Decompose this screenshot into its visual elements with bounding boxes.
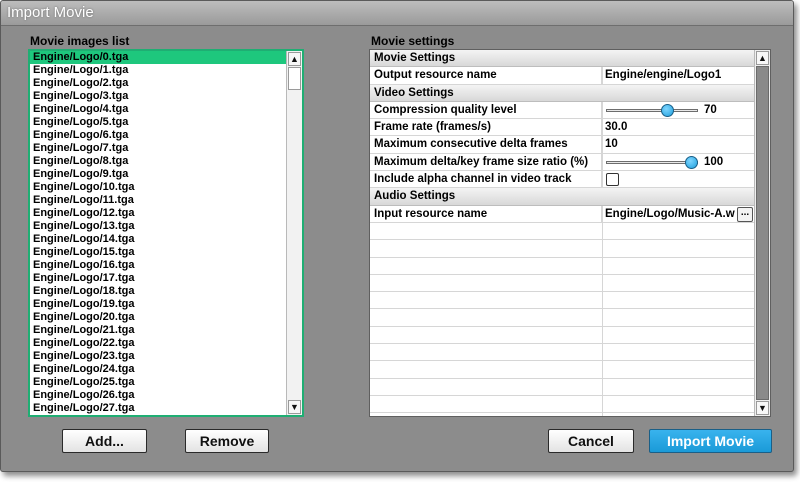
list-item[interactable]: Engine/Logo/18.tga: [30, 285, 286, 298]
list-item[interactable]: Engine/Logo/21.tga: [30, 324, 286, 337]
section-title: Movie Settings: [374, 52, 456, 64]
title-bar[interactable]: Import Movie: [1, 1, 793, 26]
list-item[interactable]: Engine/Logo/10.tga: [30, 181, 286, 194]
file-path: Engine/Logo/Music-A.wav: [605, 207, 735, 220]
property-row[interactable]: Include alpha channel in video track: [370, 171, 754, 189]
section-header: Movie Settings: [370, 50, 754, 68]
property-value[interactable]: 10: [602, 136, 754, 152]
list-item[interactable]: Engine/Logo/13.tga: [30, 220, 286, 233]
list-item[interactable]: Engine/Logo/7.tga: [30, 142, 286, 155]
list-item[interactable]: Engine/Logo/2.tga: [30, 77, 286, 90]
list-item[interactable]: Engine/Logo/1.tga: [30, 64, 286, 77]
list-scrollbar[interactable]: ▲ ▼: [286, 51, 302, 415]
slider-value: 70: [704, 103, 717, 116]
empty-row: [370, 344, 754, 362]
list-item[interactable]: Engine/Logo/0.tga: [30, 51, 286, 64]
slider-knob[interactable]: [685, 155, 698, 169]
import-movie-button[interactable]: Import Movie: [649, 429, 772, 453]
list-item[interactable]: Engine/Logo/15.tga: [30, 246, 286, 259]
alpha-channel-checkbox[interactable]: [606, 173, 619, 187]
section-header: Video Settings: [370, 84, 754, 102]
dialog-title: Import Movie: [7, 4, 94, 21]
list-item[interactable]: Engine/Logo/17.tga: [30, 272, 286, 285]
list-item[interactable]: Engine/Logo/25.tga: [30, 376, 286, 389]
empty-row: [370, 258, 754, 275]
property-value[interactable]: [602, 171, 754, 187]
settings-scrollbar[interactable]: ▲ ▼: [754, 50, 770, 416]
browse-button[interactable]: ...: [737, 206, 753, 222]
property-row[interactable]: Output resource name Engine/engine/Logo1: [370, 67, 754, 85]
empty-row: [370, 240, 754, 258]
property-name: Output resource name: [370, 67, 602, 84]
list-item[interactable]: Engine/Logo/20.tga: [30, 311, 286, 324]
property-row[interactable]: Maximum consecutive delta frames 10: [370, 136, 754, 154]
property-value[interactable]: 100: [602, 154, 754, 170]
list-item[interactable]: Engine/Logo/11.tga: [30, 194, 286, 207]
list-item[interactable]: Engine/Logo/24.tga: [30, 363, 286, 376]
value-slider[interactable]: [606, 102, 698, 118]
value-slider[interactable]: [606, 154, 698, 170]
property-row[interactable]: Compression quality level 70: [370, 101, 754, 120]
property-row[interactable]: Frame rate (frames/s) 30.0: [370, 119, 754, 137]
list-item[interactable]: Engine/Logo/4.tga: [30, 103, 286, 116]
property-name: Frame rate (frames/s): [370, 119, 602, 136]
list-item[interactable]: Engine/Logo/8.tga: [30, 155, 286, 168]
property-value[interactable]: Engine/engine/Logo1: [602, 67, 754, 83]
settings-scroll-thumb[interactable]: [756, 66, 769, 400]
list-item[interactable]: Engine/Logo/16.tga: [30, 259, 286, 272]
list-item[interactable]: Engine/Logo/9.tga: [30, 168, 286, 181]
property-row[interactable]: Maximum delta/key frame size ratio (%) 10…: [370, 153, 754, 172]
scroll-thumb[interactable]: [288, 67, 301, 91]
property-value[interactable]: Engine/Logo/Music-A.wav...: [602, 206, 754, 222]
list-item[interactable]: Engine/Logo/26.tga: [30, 389, 286, 402]
slider-track: [606, 108, 698, 112]
list-item[interactable]: Engine/Logo/14.tga: [30, 233, 286, 246]
settings-scroll-up-button[interactable]: ▲: [756, 51, 769, 65]
empty-row: [370, 396, 754, 414]
property-value[interactable]: 70: [602, 102, 754, 118]
movie-settings-label: Movie settings: [371, 34, 455, 48]
slider-knob[interactable]: [661, 103, 675, 117]
property-name: Compression quality level: [370, 101, 602, 119]
empty-row: [370, 379, 754, 396]
empty-row: [370, 361, 754, 379]
settings-scroll-down-button[interactable]: ▼: [756, 401, 769, 415]
movie-settings-grid[interactable]: Movie Settings Output resource name Engine…: [369, 49, 771, 417]
list-item[interactable]: Engine/Logo/19.tga: [30, 298, 286, 311]
property-name: Maximum consecutive delta frames: [370, 136, 602, 153]
list-item[interactable]: Engine/Logo/6.tga: [30, 129, 286, 142]
section-header: Audio Settings: [370, 188, 754, 206]
scroll-down-button[interactable]: ▼: [288, 400, 301, 414]
empty-row: [370, 292, 754, 310]
list-item[interactable]: Engine/Logo/23.tga: [30, 350, 286, 363]
list-items: Engine/Logo/0.tga Engine/Logo/1.tga Engine…: [30, 51, 286, 417]
list-item[interactable]: Engine/Logo/27.tga: [30, 402, 286, 415]
movie-images-list-label: Movie images list: [30, 34, 130, 48]
list-item[interactable]: Engine/Logo/28.tga: [30, 415, 286, 417]
empty-row: [370, 327, 754, 345]
property-row[interactable]: Input resource name Engine/Logo/Music-A.w…: [370, 205, 754, 223]
empty-row: [370, 223, 754, 241]
property-value[interactable]: 30.0: [602, 119, 754, 135]
list-item[interactable]: Engine/Logo/3.tga: [30, 90, 286, 103]
property-name: Include alpha channel in video track: [370, 171, 602, 188]
section-title: Video Settings: [374, 86, 454, 99]
slider-value: 100: [704, 155, 724, 168]
list-item[interactable]: Engine/Logo/5.tga: [30, 116, 286, 129]
movie-images-list[interactable]: Engine/Logo/0.tga Engine/Logo/1.tga Engine…: [28, 49, 304, 417]
settings-rows: Movie Settings Output resource name Engine…: [370, 50, 754, 414]
list-item[interactable]: Engine/Logo/12.tga: [30, 207, 286, 220]
empty-row: [370, 275, 754, 293]
cancel-button[interactable]: Cancel: [548, 429, 634, 453]
section-title: Audio Settings: [374, 190, 456, 203]
remove-button[interactable]: Remove: [185, 429, 269, 453]
list-item[interactable]: Engine/Logo/22.tga: [30, 337, 286, 350]
scroll-up-button[interactable]: ▲: [288, 52, 301, 66]
add-button[interactable]: Add...: [62, 429, 147, 453]
empty-row: [370, 309, 754, 327]
property-name: Input resource name: [370, 205, 602, 222]
import-movie-dialog: Import Movie Movie images list Movie set…: [0, 0, 794, 472]
property-name: Maximum delta/key frame size ratio (%): [370, 153, 602, 171]
